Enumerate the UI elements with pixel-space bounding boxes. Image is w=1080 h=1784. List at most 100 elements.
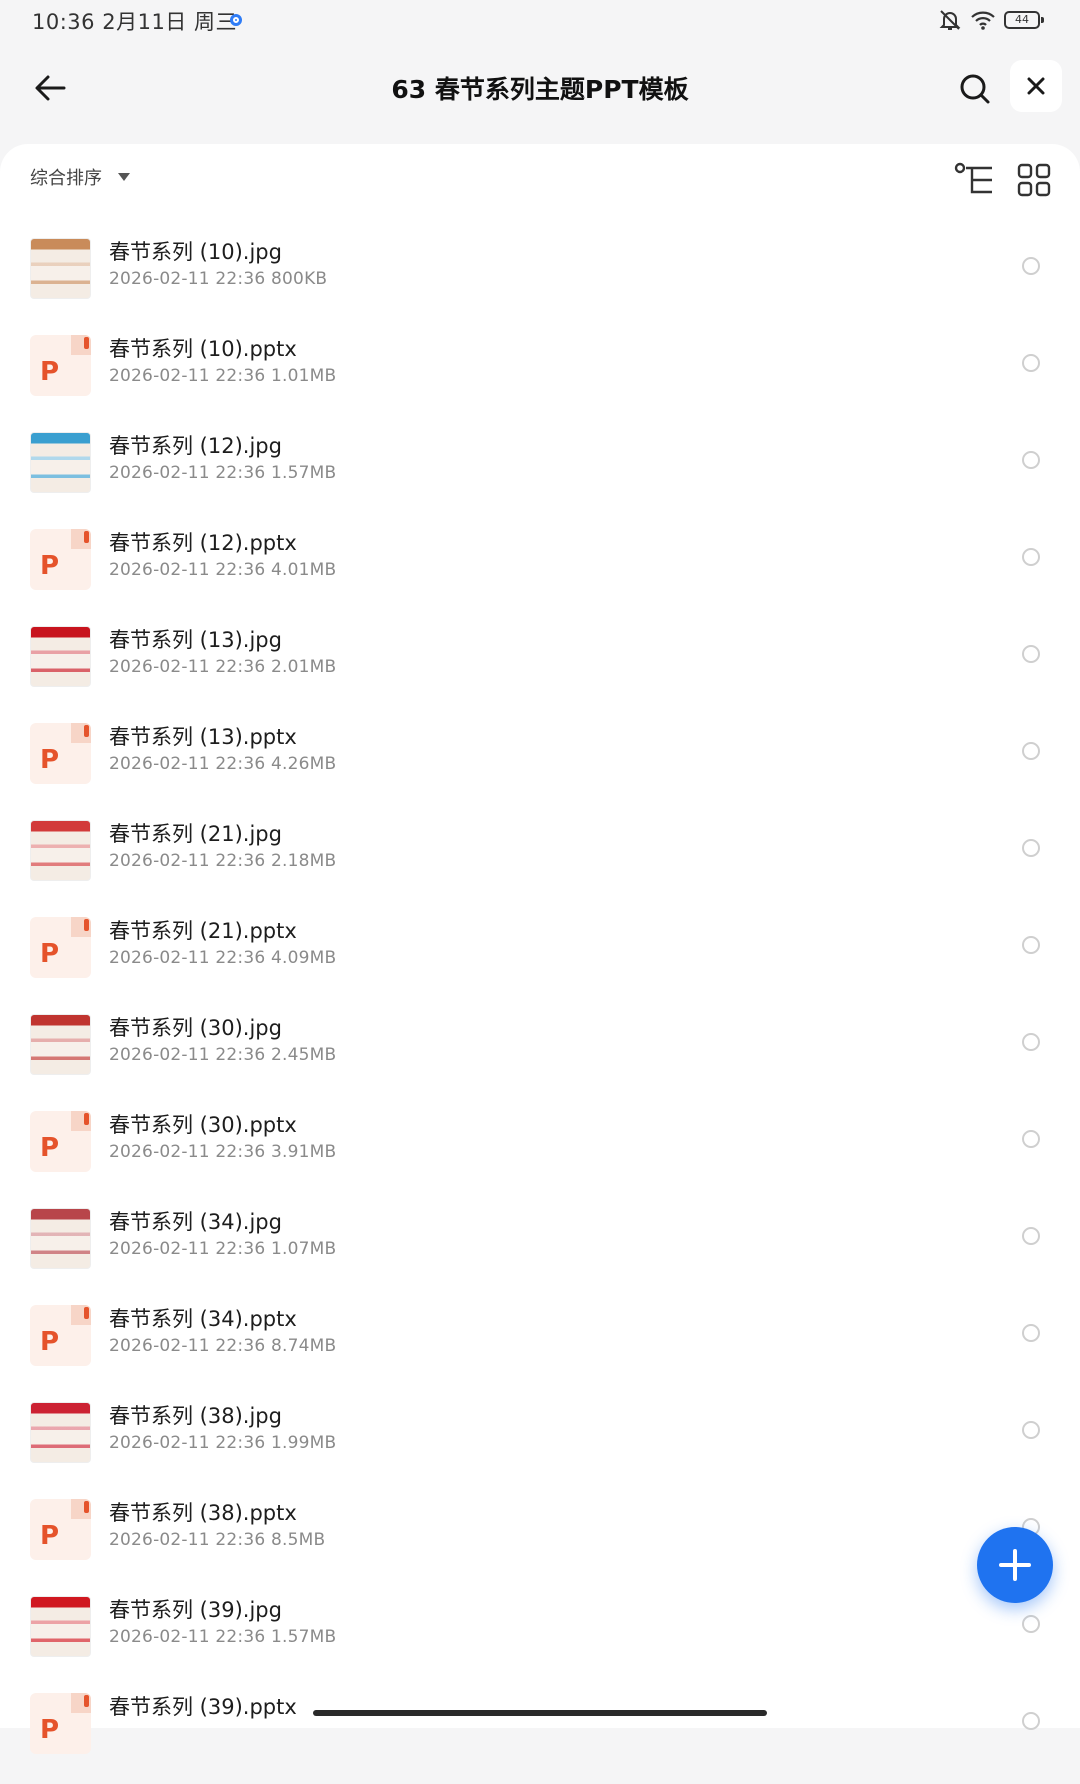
file-row[interactable]: 春节系列 (21).jpg 2026-02-11 22:36 2.18MB [0,814,1080,911]
file-name: 春节系列 (34).jpg [109,1210,282,1234]
image-thumbnail [30,820,91,881]
file-date: 2026-02-11 22:36 [109,754,266,774]
file-meta: 2026-02-11 22:36 4.01MB [109,560,336,580]
select-checkbox[interactable] [1022,839,1040,857]
file-row[interactable]: P 春节系列 (10).pptx 2026-02-11 22:36 1.01MB [0,329,1080,426]
file-meta: 2026-02-11 22:36 8.5MB [109,1530,325,1550]
select-checkbox[interactable] [1022,1615,1040,1633]
image-thumbnail [30,1014,91,1075]
sort-label: 综合排序 [30,168,102,189]
file-name: 春节系列 (39).pptx [109,1695,297,1719]
file-date: 2026-02-11 22:36 [109,560,266,580]
sort-toolbar: 综合排序 [0,144,1080,210]
page-title: 63 春节系列主题PPT模板 [391,75,689,104]
image-thumbnail [30,1208,91,1269]
image-thumbnail [30,1402,91,1463]
select-checkbox[interactable] [1022,548,1040,566]
file-row[interactable]: P 春节系列 (30).pptx 2026-02-11 22:36 3.91MB [0,1105,1080,1202]
battery-icon: 44 [1004,11,1044,29]
tree-view-icon[interactable] [954,162,994,196]
select-checkbox[interactable] [1022,936,1040,954]
status-bar: 10:36 2月11日 周三 44 [0,0,1080,44]
grid-view-icon[interactable] [1016,162,1052,198]
select-checkbox[interactable] [1022,645,1040,663]
file-row[interactable]: 春节系列 (30).jpg 2026-02-11 22:36 2.45MB [0,1008,1080,1105]
file-size: 4.09MB [271,948,337,968]
file-size: 4.01MB [271,560,337,580]
select-checkbox[interactable] [1022,451,1040,469]
file-name: 春节系列 (13).jpg [109,628,282,652]
file-name: 春节系列 (12).pptx [109,531,297,555]
file-size: 4.26MB [271,754,337,774]
file-row[interactable]: 春节系列 (38).jpg 2026-02-11 22:36 1.99MB [0,1396,1080,1493]
file-date: 2026-02-11 22:36 [109,1627,266,1647]
file-meta: 2026-02-11 22:36 2.45MB [109,1045,336,1065]
file-row[interactable]: 春节系列 (34).jpg 2026-02-11 22:36 1.07MB [0,1202,1080,1299]
close-button[interactable] [1010,60,1062,112]
file-date: 2026-02-11 22:36 [109,1530,266,1550]
file-name: 春节系列 (10).jpg [109,240,282,264]
status-icons: 44 [938,8,1044,32]
file-row[interactable]: P 春节系列 (12).pptx 2026-02-11 22:36 4.01MB [0,523,1080,620]
file-row[interactable]: P 春节系列 (38).pptx 2026-02-11 22:36 8.5MB [0,1493,1080,1590]
file-size: 1.57MB [271,1627,337,1647]
pptx-file-icon: P [30,723,91,784]
file-size: 2.18MB [271,851,337,871]
pptx-file-icon: P [30,917,91,978]
file-date: 2026-02-11 22:36 [109,366,266,386]
file-date: 2026-02-11 22:36 [109,1433,266,1453]
select-checkbox[interactable] [1022,1227,1040,1245]
file-size: 1.07MB [271,1239,337,1259]
search-button[interactable] [948,62,1002,116]
file-date: 2026-02-11 22:36 [109,851,266,871]
pptx-file-icon: P [30,1305,91,1366]
file-size: 800KB [271,269,328,289]
pptx-file-icon: P [30,335,91,396]
plus-icon [999,1549,1031,1581]
file-meta: 2026-02-11 22:36 1.57MB [109,1627,336,1647]
home-indicator[interactable] [313,1710,767,1716]
file-meta: 2026-02-11 22:36 1.57MB [109,463,336,483]
select-checkbox[interactable] [1022,1130,1040,1148]
file-size: 3.91MB [271,1142,337,1162]
file-meta: 2026-02-11 22:36 4.09MB [109,948,336,968]
file-name: 春节系列 (38).pptx [109,1501,297,1525]
sort-dropdown[interactable]: 综合排序 [30,164,130,190]
file-row[interactable]: 春节系列 (39).jpg 2026-02-11 22:36 1.57MB [0,1590,1080,1687]
notification-dot-icon [230,14,242,26]
file-name: 春节系列 (34).pptx [109,1307,297,1331]
file-meta: 2026-02-11 22:36 1.07MB [109,1239,336,1259]
pptx-file-icon: P [30,1693,91,1754]
file-meta: 2026-02-11 22:36 800KB [109,269,327,289]
title-bar: 63 春节系列主题PPT模板 [0,50,1080,124]
file-size: 1.99MB [271,1433,337,1453]
file-row[interactable]: 春节系列 (12).jpg 2026-02-11 22:36 1.57MB [0,426,1080,523]
file-row[interactable]: P 春节系列 (21).pptx 2026-02-11 22:36 4.09MB [0,911,1080,1008]
pptx-file-icon: P [30,529,91,590]
add-button[interactable] [977,1527,1053,1603]
file-row[interactable]: P 春节系列 (39).pptx [0,1687,1080,1784]
file-meta: 2026-02-11 22:36 1.99MB [109,1433,336,1453]
file-name: 春节系列 (12).jpg [109,434,282,458]
file-row[interactable]: 春节系列 (13).jpg 2026-02-11 22:36 2.01MB [0,620,1080,717]
file-name: 春节系列 (38).jpg [109,1404,282,1428]
select-checkbox[interactable] [1022,1324,1040,1342]
file-list: 春节系列 (10).jpg 2026-02-11 22:36 800KB P 春节系列… [0,232,1080,1784]
file-row[interactable]: P 春节系列 (34).pptx 2026-02-11 22:36 8.74MB [0,1299,1080,1396]
close-icon [1027,77,1045,95]
image-thumbnail [30,626,91,687]
select-checkbox[interactable] [1022,1712,1040,1730]
select-checkbox[interactable] [1022,742,1040,760]
select-checkbox[interactable] [1022,1421,1040,1439]
file-date: 2026-02-11 22:36 [109,463,266,483]
select-checkbox[interactable] [1022,257,1040,275]
caret-down-icon [118,173,130,181]
file-name: 春节系列 (10).pptx [109,337,297,361]
file-size: 2.45MB [271,1045,337,1065]
select-checkbox[interactable] [1022,354,1040,372]
file-meta: 2026-02-11 22:36 4.26MB [109,754,336,774]
file-row[interactable]: 春节系列 (10).jpg 2026-02-11 22:36 800KB [0,232,1080,329]
select-checkbox[interactable] [1022,1033,1040,1051]
file-date: 2026-02-11 22:36 [109,1336,266,1356]
file-row[interactable]: P 春节系列 (13).pptx 2026-02-11 22:36 4.26MB [0,717,1080,814]
